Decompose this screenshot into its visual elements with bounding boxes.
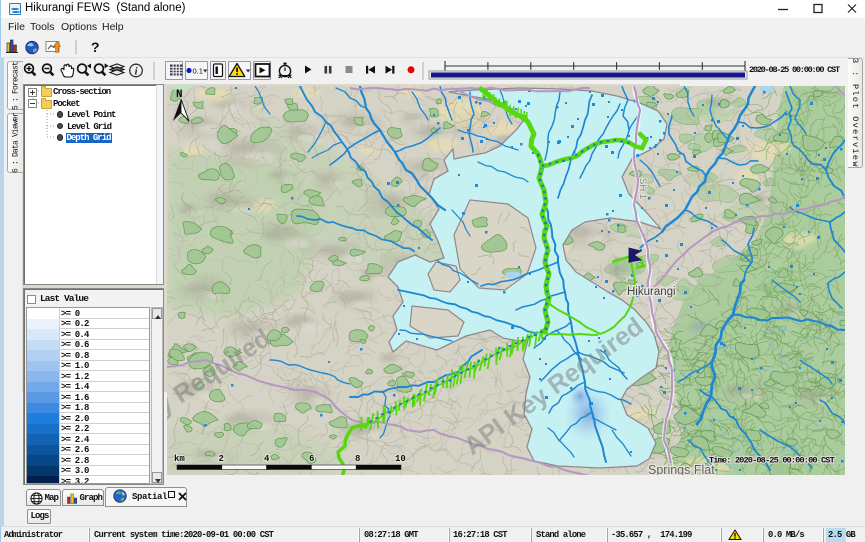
svg-text:2: 2 [219, 454, 224, 464]
svg-text:i: i [135, 67, 138, 78]
svg-text:10: 10 [395, 454, 406, 464]
svg-text:?: ? [91, 39, 100, 55]
svg-text:km: km [174, 454, 185, 464]
svg-text:0.1: 0.1 [193, 66, 203, 75]
svg-text:Hikurangi: Hikurangi [627, 286, 676, 298]
svg-text:SH 1: SH 1 [637, 178, 648, 199]
svg-text:Time: 2020-08-25 00:00:00 CST: Time: 2020-08-25 00:00:00 CST [709, 456, 835, 466]
svg-text:N: N [176, 89, 183, 101]
svg-text:6: 6 [309, 454, 314, 464]
svg-text:4: 4 [264, 454, 270, 464]
svg-text:8: 8 [355, 454, 360, 464]
svg-text:Springs Flat: Springs Flat [648, 463, 715, 475]
